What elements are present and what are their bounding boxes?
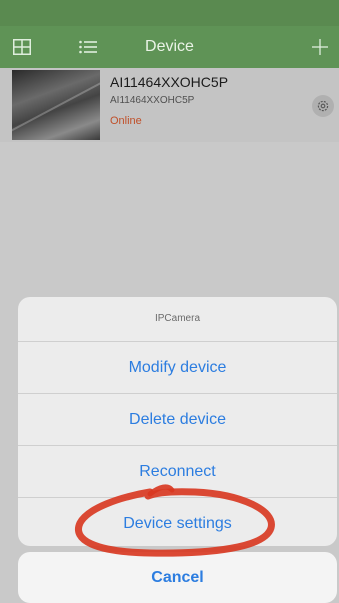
modify-device-button[interactable]: Modify device [18, 342, 337, 394]
device-id: AI11464XXOHC5P [110, 95, 195, 106]
device-list-item[interactable]: AI11464XXOHC5P AI11464XXOHC5P Online [0, 68, 339, 142]
navbar: Device [0, 26, 339, 68]
plus-icon[interactable] [309, 36, 331, 58]
page-title: Device [145, 38, 194, 55]
delete-device-button[interactable]: Delete device [18, 394, 337, 446]
device-name: AI11464XXOHC5P [110, 74, 229, 90]
reconnect-button[interactable]: Reconnect [18, 446, 337, 498]
action-sheet-title: IPCamera [18, 297, 337, 342]
gear-icon[interactable] [312, 95, 334, 117]
device-status: Online [110, 115, 142, 127]
status-bar [0, 0, 339, 26]
device-settings-button[interactable]: Device settings [18, 498, 337, 546]
cancel-button[interactable]: Cancel [18, 552, 337, 603]
action-sheet: IPCamera Modify device Delete device Rec… [18, 297, 337, 546]
camera-thumbnail[interactable] [12, 70, 100, 140]
